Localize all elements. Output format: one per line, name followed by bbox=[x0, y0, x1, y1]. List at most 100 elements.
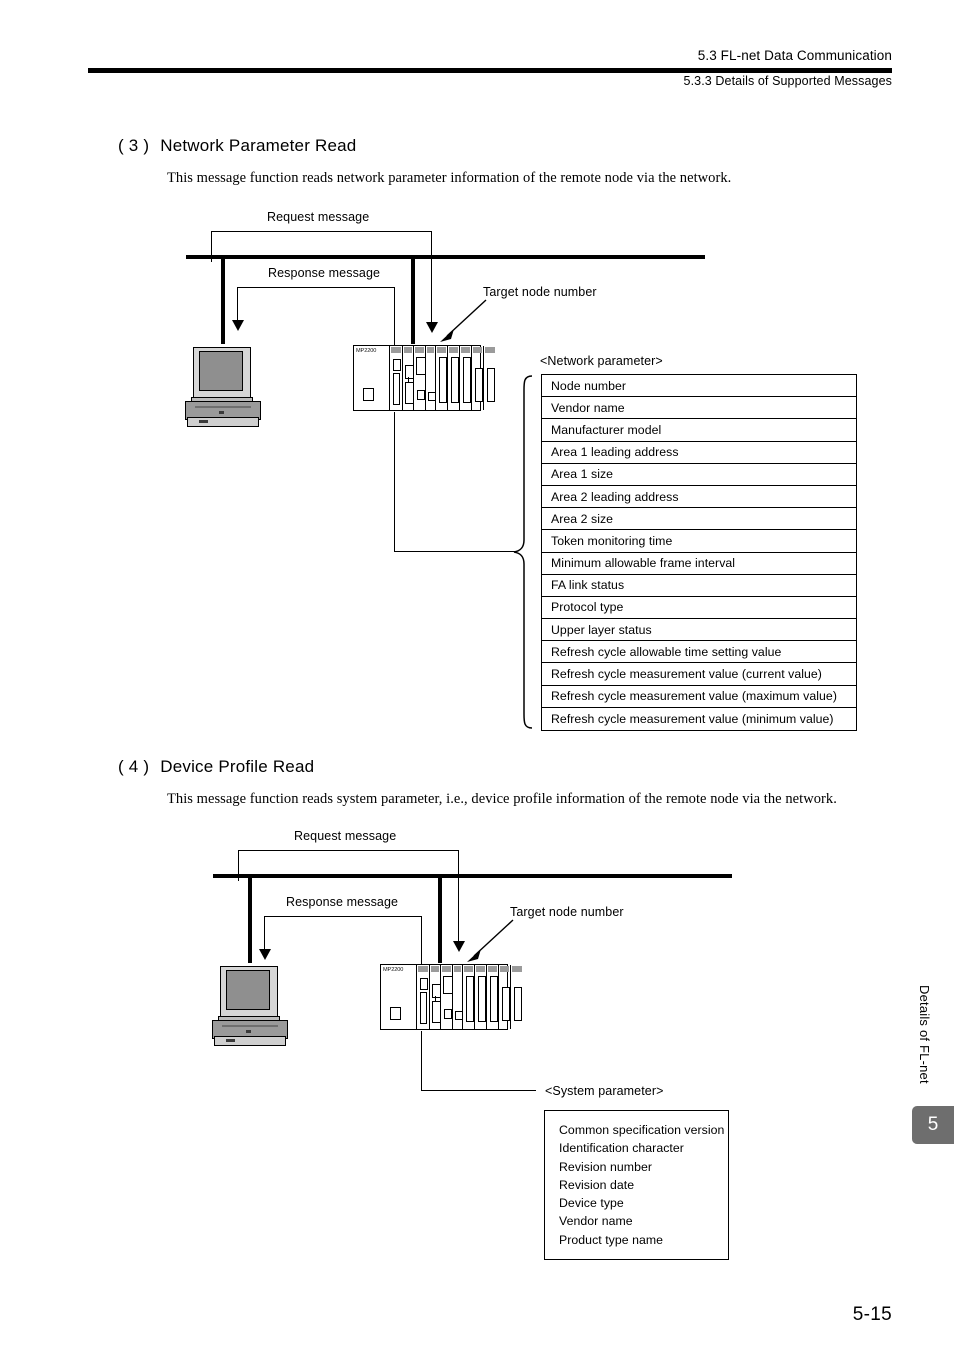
plc-slot-label bbox=[427, 347, 434, 353]
system-parameter-line: Product type name bbox=[559, 1232, 664, 1247]
plc-rack-mp2200: MP2200 bbox=[353, 345, 495, 411]
target-node-number-label-2: Target node number bbox=[510, 905, 624, 919]
target-node-number-label: Target node number bbox=[483, 285, 597, 299]
plc-slot-label bbox=[404, 347, 412, 353]
plc-slot-connector bbox=[451, 357, 459, 403]
section-4-number: ( 4 ) bbox=[118, 757, 150, 776]
laptop-front-led bbox=[226, 1039, 235, 1042]
laptop-trackpoint bbox=[219, 411, 224, 414]
plc-slot-label bbox=[476, 966, 485, 972]
laptop-drop-line bbox=[221, 258, 225, 344]
plc-slot-connector bbox=[490, 976, 498, 1022]
plc-slot bbox=[487, 965, 499, 1029]
header-section-title: 5.3 FL-net Data Communication bbox=[697, 48, 892, 63]
plc-slot-label bbox=[415, 347, 424, 353]
laptop-front-edge bbox=[214, 1036, 286, 1046]
plc-slot-label bbox=[431, 966, 439, 972]
system-parameter-line: Device type bbox=[559, 1196, 624, 1211]
laptop-keyboard-rows bbox=[195, 406, 251, 408]
plc-slot-connector bbox=[428, 392, 436, 401]
plc-cpu-connector bbox=[363, 388, 374, 401]
plc-slot bbox=[484, 346, 496, 410]
plc-slot-connector bbox=[514, 987, 522, 1021]
laptop-front-edge bbox=[187, 417, 259, 427]
plc-slot bbox=[390, 346, 403, 410]
section-3-body: This message function reads network para… bbox=[167, 170, 732, 186]
request-message-label-2: Request message bbox=[294, 829, 397, 843]
network-parameter-caption: <Network parameter> bbox=[540, 354, 663, 368]
response-path-left bbox=[237, 287, 238, 323]
plc-slot bbox=[417, 965, 430, 1029]
network-parameter-row: Upper layer status bbox=[542, 619, 856, 642]
section-4-body: This message function reads system param… bbox=[167, 791, 837, 807]
network-bus-line-2 bbox=[213, 874, 732, 878]
network-parameter-row: FA link status bbox=[542, 575, 856, 597]
parameter-leader-vertical bbox=[394, 412, 395, 552]
plc-slot-indicator bbox=[420, 978, 428, 990]
plc-slot-indicator bbox=[405, 365, 414, 379]
plc-slot-label bbox=[461, 347, 470, 353]
section-3-number: ( 3 ) bbox=[118, 136, 150, 155]
system-parameter-line: Revision number bbox=[559, 1159, 653, 1174]
parameter-leader-horizontal bbox=[394, 551, 515, 552]
plc-slot-label bbox=[454, 966, 461, 972]
system-parameter-line: Revision date bbox=[559, 1177, 635, 1192]
plc-slot bbox=[453, 965, 463, 1029]
system-parameter-leader-horizontal bbox=[421, 1090, 536, 1091]
target-node-pointer-arrow bbox=[440, 299, 487, 342]
plc-slot-label bbox=[449, 347, 458, 353]
plc-slot-connector bbox=[502, 987, 510, 1021]
page-number: 5-15 bbox=[852, 1304, 892, 1325]
request-message-label: Request message bbox=[267, 210, 370, 224]
request-path-right-2 bbox=[458, 850, 459, 946]
network-parameter-row: Minimum allowable frame interval bbox=[542, 553, 856, 575]
plc-slot-connector bbox=[432, 1001, 441, 1023]
network-parameter-row: Refresh cycle allowable time setting val… bbox=[542, 641, 856, 664]
laptop-keyboard-rows bbox=[222, 1025, 278, 1027]
plc-slot-label bbox=[437, 347, 446, 353]
plc-slot bbox=[441, 965, 453, 1029]
plc-slot-connector bbox=[463, 357, 471, 403]
network-bus-line bbox=[186, 255, 705, 259]
plc-slot-connector bbox=[393, 373, 400, 405]
chapter-side-label: Details of FL-net bbox=[917, 985, 932, 1084]
plc-slot-indicator bbox=[443, 976, 453, 994]
plc-slot bbox=[448, 346, 460, 410]
plc-slot-indicator bbox=[432, 984, 441, 998]
plc-slot-connector bbox=[487, 368, 495, 402]
plc-slot-connector bbox=[466, 976, 474, 1022]
network-parameter-row: Node number bbox=[542, 375, 856, 398]
plc-slot-label bbox=[485, 347, 495, 353]
plc-slot-label bbox=[442, 966, 451, 972]
chapter-number-tab: 5 bbox=[912, 1106, 954, 1144]
plc-slot-label bbox=[500, 966, 509, 972]
response-path-top-2 bbox=[264, 916, 422, 917]
response-arrowhead bbox=[232, 320, 244, 331]
system-parameter-box: Common specification version Identificati… bbox=[544, 1110, 729, 1261]
section-3-heading: ( 3 ) Network Parameter Read bbox=[118, 136, 356, 156]
network-parameter-row: Area 2 leading address bbox=[542, 486, 856, 509]
network-parameter-row: Vendor name bbox=[542, 397, 856, 420]
network-parameter-table: Node number Vendor name Manufacturer model… bbox=[541, 374, 857, 731]
plc-slot-indicator bbox=[416, 357, 426, 375]
network-parameter-row: Protocol type bbox=[542, 597, 856, 620]
plc-slot-label bbox=[464, 966, 473, 972]
network-parameter-brace bbox=[513, 375, 533, 729]
plc-slot-indicator bbox=[393, 359, 401, 371]
plc-model-label: MP2200 bbox=[356, 348, 377, 354]
plc-slot bbox=[511, 965, 523, 1029]
system-parameter-leader-vertical bbox=[421, 1031, 422, 1091]
plc-slot-connector bbox=[444, 1009, 452, 1019]
network-parameter-row: Token monitoring time bbox=[542, 530, 856, 553]
laptop-screen bbox=[199, 351, 243, 391]
plc-slot bbox=[436, 346, 448, 410]
plc-slot-link bbox=[435, 996, 436, 1002]
plc-slot-label bbox=[391, 347, 401, 353]
plc-slot-link bbox=[408, 377, 409, 383]
response-message-label-2: Response message bbox=[286, 895, 399, 909]
plc-slot-connector bbox=[439, 357, 447, 403]
network-parameter-row: Area 1 size bbox=[542, 464, 856, 486]
plc-slot-label bbox=[473, 347, 482, 353]
plc-slot bbox=[475, 965, 487, 1029]
plc-slot-connector bbox=[475, 368, 483, 402]
